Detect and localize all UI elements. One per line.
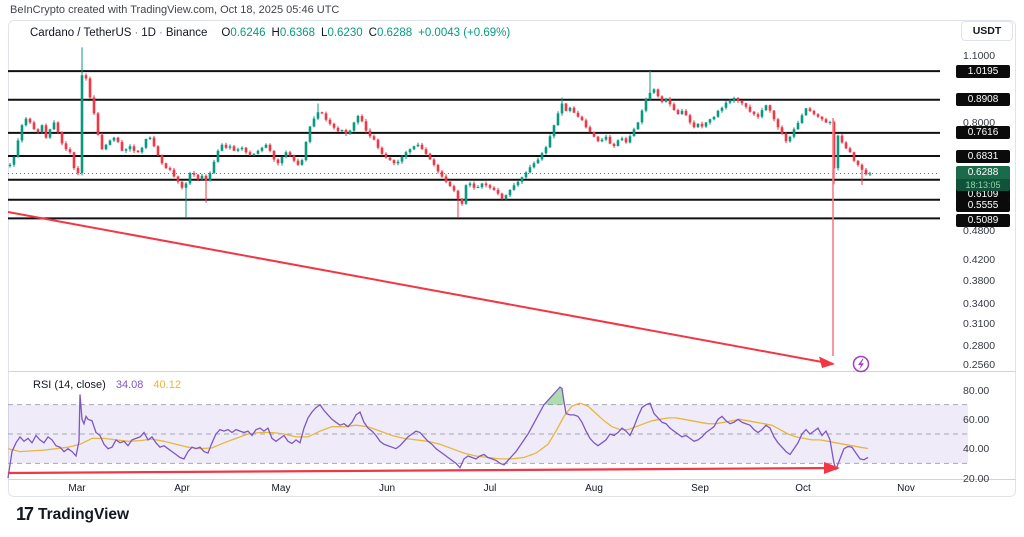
candle-countdown: 18:13:05 bbox=[956, 179, 1010, 191]
symbol-title[interactable]: Cardano / TetherUS bbox=[30, 27, 131, 39]
price-tick-label: 0.4800 bbox=[963, 225, 995, 237]
tradingview-chart-widget: BeInCrypto created with TradingView.com,… bbox=[0, 0, 1024, 537]
last-price-value: 0.6288 bbox=[956, 166, 1010, 179]
price-tick-label: 0.2800 bbox=[963, 340, 995, 352]
price-tick-label: 0.3400 bbox=[963, 298, 995, 310]
month-label: Sep bbox=[691, 483, 709, 494]
price-line-badge: 0.5555 bbox=[956, 199, 1010, 212]
exchange-label: Binance bbox=[166, 27, 208, 39]
price-line-badge: 0.5089 bbox=[956, 214, 1010, 227]
ohlc-values: O0.6246H0.6368L0.6230C0.6288 bbox=[215, 27, 412, 39]
legend-separator: · bbox=[134, 27, 138, 39]
ohlc-number: 0.6246 bbox=[230, 27, 265, 39]
change-value: +0.0043 (+0.69%) bbox=[418, 27, 510, 39]
price-tick-label: 1.1000 bbox=[963, 50, 995, 62]
month-label: Jun bbox=[379, 483, 395, 494]
tradingview-logo[interactable]: 17 TradingView bbox=[16, 504, 129, 525]
rsi-tick-label: 60.00 bbox=[963, 414, 989, 426]
month-label: Oct bbox=[795, 483, 811, 494]
month-label: Nov bbox=[897, 483, 915, 494]
month-label: Mar bbox=[68, 483, 85, 494]
ohlc-number: 0.6368 bbox=[280, 27, 315, 39]
chart-canvas[interactable] bbox=[0, 0, 1024, 537]
currency-toggle-button[interactable]: USDT bbox=[961, 21, 1013, 41]
ohlc-number: 0.6230 bbox=[327, 27, 362, 39]
price-tick-label: 0.3100 bbox=[963, 318, 995, 330]
price-line-badge: 0.7616 bbox=[956, 126, 1010, 139]
month-label: Aug bbox=[585, 483, 603, 494]
ohlc-letter: C bbox=[369, 27, 377, 39]
price-line-badge: 1.0195 bbox=[956, 65, 1010, 78]
interval-label[interactable]: 1D bbox=[141, 27, 156, 39]
symbol-legend: Cardano / TetherUS·1D·BinanceO0.6246H0.6… bbox=[30, 27, 510, 39]
ohlc-letter: H bbox=[272, 27, 280, 39]
price-line-badge: 0.8908 bbox=[956, 93, 1010, 106]
rsi-value: 34.08 bbox=[116, 379, 144, 391]
month-label: Jul bbox=[484, 483, 497, 494]
month-label: May bbox=[272, 483, 291, 494]
price-tick-label: 0.3800 bbox=[963, 275, 995, 287]
tradingview-logo-text: TradingView bbox=[38, 506, 129, 524]
price-tick-label: 0.4200 bbox=[963, 254, 995, 266]
rsi-title[interactable]: RSI bbox=[33, 379, 51, 391]
ohlc-number: 0.6288 bbox=[377, 27, 412, 39]
rsi-ma-value: 40.12 bbox=[153, 379, 181, 391]
tradingview-logo-icon: 17 bbox=[16, 504, 32, 525]
rsi-tick-label: 80.00 bbox=[963, 385, 989, 397]
rsi-tick-label: 20.00 bbox=[963, 473, 989, 485]
rsi-legend: RSI (14, close) 34.08 40.12 bbox=[33, 379, 181, 391]
legend-separator: · bbox=[159, 27, 163, 39]
last-price-badge: 0.6288 18:13:05 bbox=[956, 166, 1010, 191]
ohlc-letter: O bbox=[221, 27, 230, 39]
rsi-params: (14, close) bbox=[54, 379, 105, 391]
month-label: Apr bbox=[174, 483, 190, 494]
price-tick-label: 0.2560 bbox=[963, 359, 995, 371]
price-line-badge: 0.6831 bbox=[956, 150, 1010, 163]
rsi-tick-label: 40.00 bbox=[963, 443, 989, 455]
